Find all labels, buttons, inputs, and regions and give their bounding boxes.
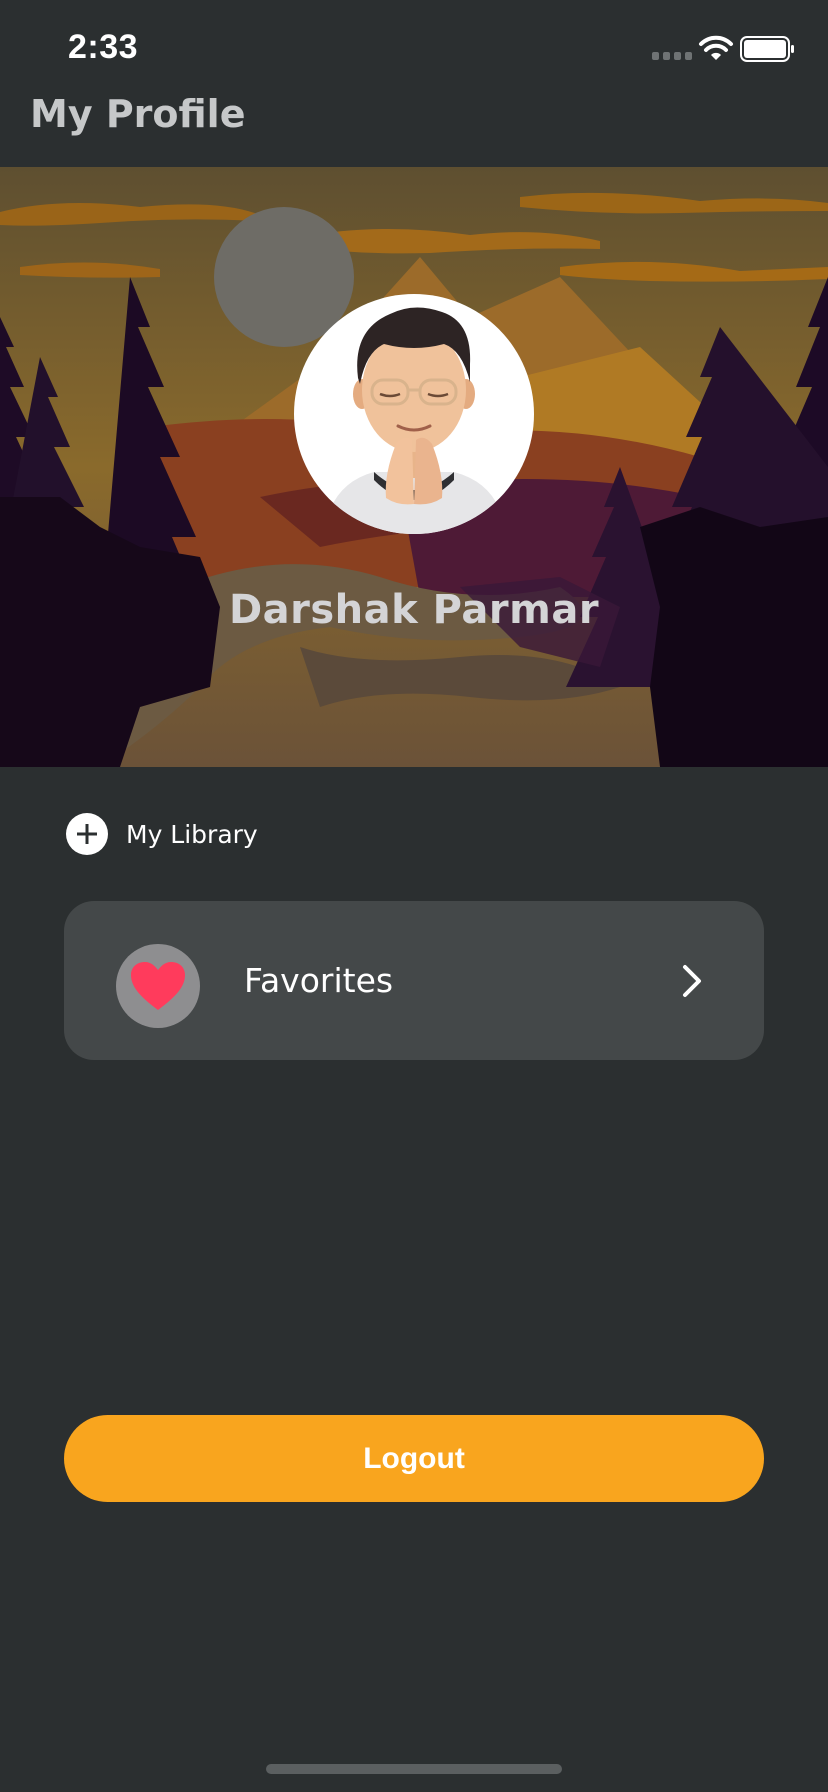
chevron-right-icon[interactable]	[680, 963, 704, 999]
status-bar: 2:33	[0, 0, 828, 100]
heart-icon-container	[116, 944, 200, 1028]
plus-circle-icon[interactable]	[66, 813, 108, 855]
page-title: My Profile	[30, 92, 246, 136]
heart-icon	[131, 962, 185, 1010]
favorites-label: Favorites	[244, 961, 394, 1000]
library-label: My Library	[126, 819, 258, 849]
logout-button[interactable]: Logout	[64, 1415, 764, 1502]
memoji-avatar-icon	[324, 307, 506, 534]
profile-name: Darshak Parmar	[228, 587, 600, 633]
wifi-icon	[699, 35, 733, 60]
favorites-card[interactable]: Favorites	[64, 901, 764, 1060]
my-library-row[interactable]: My Library	[66, 813, 258, 855]
battery-icon	[740, 36, 794, 62]
status-time: 2:33	[68, 28, 139, 66]
avatar[interactable]	[294, 294, 534, 534]
profile-banner: Darshak Parmar	[0, 167, 828, 767]
cellular-signal-icon	[652, 52, 692, 62]
home-indicator[interactable]	[266, 1764, 562, 1774]
